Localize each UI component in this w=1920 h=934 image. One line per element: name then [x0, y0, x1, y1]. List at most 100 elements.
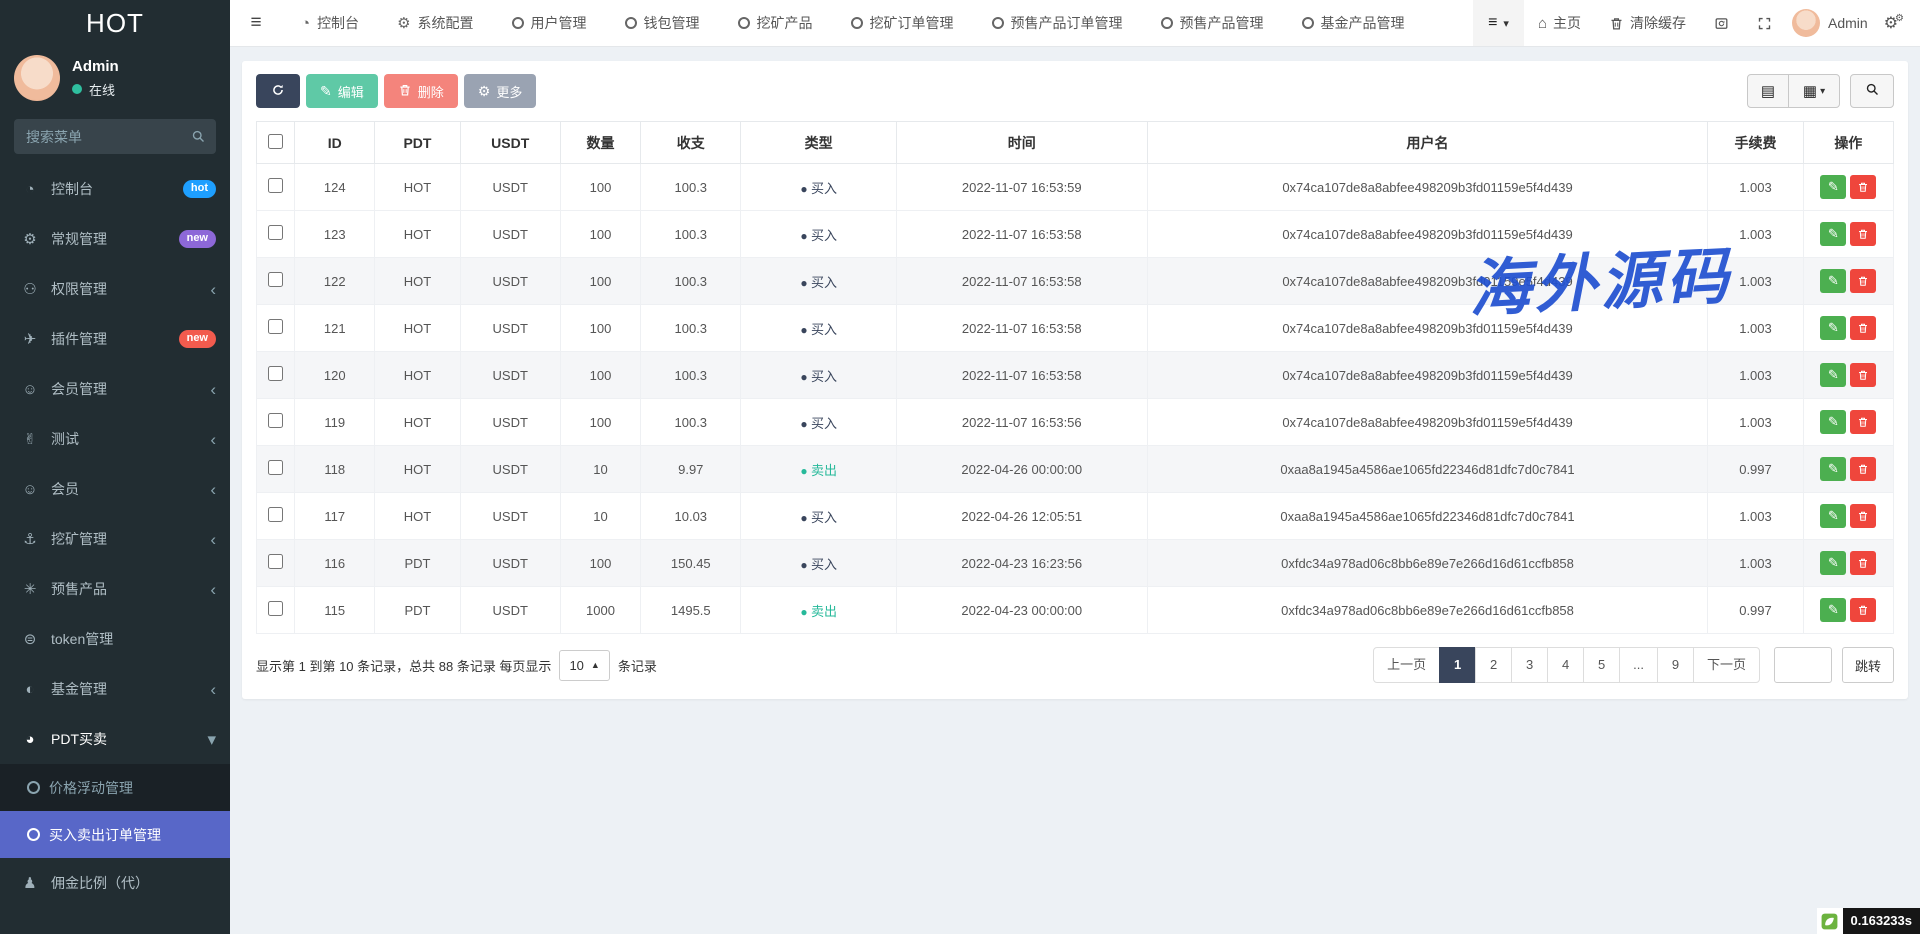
trash-icon: [1857, 463, 1869, 475]
sidebar-item[interactable]: ✈插件管理new: [0, 314, 230, 364]
home-link[interactable]: ⌂主页: [1524, 0, 1595, 46]
row-edit-button[interactable]: ✎: [1820, 363, 1846, 387]
card-view-button[interactable]: ▦▾: [1788, 74, 1840, 108]
clear-cache-link[interactable]: 清除缓存: [1595, 0, 1700, 46]
list-view-icon: ▤: [1761, 82, 1775, 100]
nav-tab[interactable]: 挖矿产品: [719, 0, 832, 46]
row-edit-button[interactable]: ✎: [1820, 269, 1846, 293]
tabs-dropdown-button[interactable]: ≡▾: [1473, 0, 1524, 46]
row-delete-button[interactable]: [1850, 316, 1876, 340]
delete-button[interactable]: 删除: [384, 74, 458, 108]
page-button[interactable]: 4: [1547, 647, 1584, 683]
chevron-left-icon: ‹: [210, 681, 216, 698]
sidebar-item[interactable]: ⚙常规管理new: [0, 214, 230, 264]
nav-tab[interactable]: 挖矿订单管理: [832, 0, 973, 46]
row-checkbox[interactable]: [268, 460, 283, 475]
row-delete-button[interactable]: [1850, 504, 1876, 528]
sidebar-toggle-button[interactable]: ≡: [230, 0, 282, 46]
row-delete-button[interactable]: [1850, 457, 1876, 481]
row-edit-button[interactable]: ✎: [1820, 598, 1846, 622]
page-button[interactable]: 5: [1583, 647, 1620, 683]
jump-button[interactable]: 跳转: [1842, 647, 1894, 683]
sidebar-item[interactable]: ✳预售产品‹: [0, 564, 230, 614]
table-row: 117HOTUSDT1010.03买入2022-04-26 12:05:510x…: [257, 493, 1894, 540]
row-delete-button[interactable]: [1850, 222, 1876, 246]
sidebar-item[interactable]: ⚓挖矿管理‹: [0, 514, 230, 564]
cell-type: 买入: [741, 352, 896, 399]
cell-qty: 100: [560, 305, 640, 352]
page-button[interactable]: ...: [1619, 647, 1658, 683]
row-checkbox[interactable]: [268, 178, 283, 193]
cell-time: 2022-11-07 16:53:59: [896, 164, 1147, 211]
settings-button[interactable]: ⚙⚙: [1878, 13, 1920, 33]
sidebar-item[interactable]: ⚇权限管理‹: [0, 264, 230, 314]
row-delete-button[interactable]: [1850, 598, 1876, 622]
cell-type: 买入: [741, 493, 896, 540]
cell-amount: 100.3: [641, 399, 741, 446]
table-row: 121HOTUSDT100100.3买入2022-11-07 16:53:580…: [257, 305, 1894, 352]
row-edit-button[interactable]: ✎: [1820, 410, 1846, 434]
nav-tab[interactable]: ◔控制台: [282, 0, 378, 46]
row-checkbox[interactable]: [268, 319, 283, 334]
sidebar-item[interactable]: ✌测试‹: [0, 414, 230, 464]
gears-icon: ⚙⚙: [1884, 15, 1904, 32]
row-checkbox[interactable]: [268, 225, 283, 240]
row-delete-button[interactable]: [1850, 175, 1876, 199]
page-button[interactable]: 1: [1439, 647, 1476, 683]
nav-tab[interactable]: ⚙系统配置: [378, 0, 492, 46]
navbar-user-name[interactable]: Admin: [1828, 15, 1878, 31]
orders-panel: ✎编辑删除⚙更多 ▤▦▾ IDPDTUSDT数量收支类型时间用户名手续费操作 1…: [242, 61, 1908, 699]
row-edit-button[interactable]: ✎: [1820, 551, 1846, 575]
page-size-select[interactable]: 10▲: [559, 650, 609, 681]
list-view-button[interactable]: ▤: [1747, 74, 1789, 108]
row-checkbox[interactable]: [268, 413, 283, 428]
sidebar-search-input[interactable]: [14, 119, 216, 154]
row-edit-button[interactable]: ✎: [1820, 222, 1846, 246]
sidebar-item[interactable]: ♟佣金比例（代）: [0, 858, 230, 908]
sidebar-item[interactable]: ◕PDT买卖▾: [0, 714, 230, 764]
row-delete-button[interactable]: [1850, 410, 1876, 434]
sidebar-item[interactable]: ◐基金管理‹: [0, 664, 230, 714]
row-checkbox[interactable]: [268, 554, 283, 569]
page-button[interactable]: 9: [1657, 647, 1694, 683]
sidebar-subitem[interactable]: 价格浮动管理: [0, 764, 230, 811]
row-checkbox[interactable]: [268, 272, 283, 287]
nav-tab[interactable]: 钱包管理: [606, 0, 719, 46]
row-edit-button[interactable]: ✎: [1820, 457, 1846, 481]
nav-tab[interactable]: 预售产品订单管理: [973, 0, 1142, 46]
nav-tab[interactable]: 用户管理: [493, 0, 606, 46]
row-edit-button[interactable]: ✎: [1820, 316, 1846, 340]
refresh-frame-button[interactable]: [1700, 0, 1743, 46]
pagination-info-suffix: 条记录: [618, 656, 657, 675]
cell-username: 0xfdc34a978ad06c8bb6e89e7e266d16d61ccfb8…: [1147, 540, 1708, 587]
nav-tab[interactable]: 预售产品管理: [1142, 0, 1283, 46]
cell-type: 买入: [741, 305, 896, 352]
row-checkbox[interactable]: [268, 601, 283, 616]
navbar-avatar[interactable]: [1792, 9, 1820, 37]
select-all-checkbox[interactable]: [268, 134, 283, 149]
row-delete-button[interactable]: [1850, 363, 1876, 387]
row-edit-button[interactable]: ✎: [1820, 175, 1846, 199]
page-button[interactable]: 上一页: [1373, 647, 1440, 683]
more-button[interactable]: ⚙更多: [464, 74, 537, 108]
sidebar-item[interactable]: ◔控制台hot: [0, 164, 230, 214]
cell-time: 2022-04-23 00:00:00: [896, 587, 1147, 634]
nav-tab[interactable]: 基金产品管理: [1283, 0, 1424, 46]
page-button[interactable]: 3: [1511, 647, 1548, 683]
row-edit-button[interactable]: ✎: [1820, 504, 1846, 528]
row-delete-button[interactable]: [1850, 269, 1876, 293]
edit-button[interactable]: ✎编辑: [306, 74, 378, 108]
jump-page-input[interactable]: [1774, 647, 1832, 683]
sidebar-subitem[interactable]: 买入卖出订单管理: [0, 811, 230, 858]
page-button[interactable]: 2: [1475, 647, 1512, 683]
sidebar-item[interactable]: ☺会员管理‹: [0, 364, 230, 414]
row-checkbox[interactable]: [268, 507, 283, 522]
table-search-button[interactable]: [1850, 74, 1894, 108]
refresh-button[interactable]: [256, 74, 300, 108]
row-checkbox[interactable]: [268, 366, 283, 381]
sidebar-item[interactable]: ☺会员‹: [0, 464, 230, 514]
page-button[interactable]: 下一页: [1693, 647, 1760, 683]
sidebar-item[interactable]: ⊜token管理: [0, 614, 230, 664]
fullscreen-button[interactable]: [1743, 0, 1786, 46]
row-delete-button[interactable]: [1850, 551, 1876, 575]
